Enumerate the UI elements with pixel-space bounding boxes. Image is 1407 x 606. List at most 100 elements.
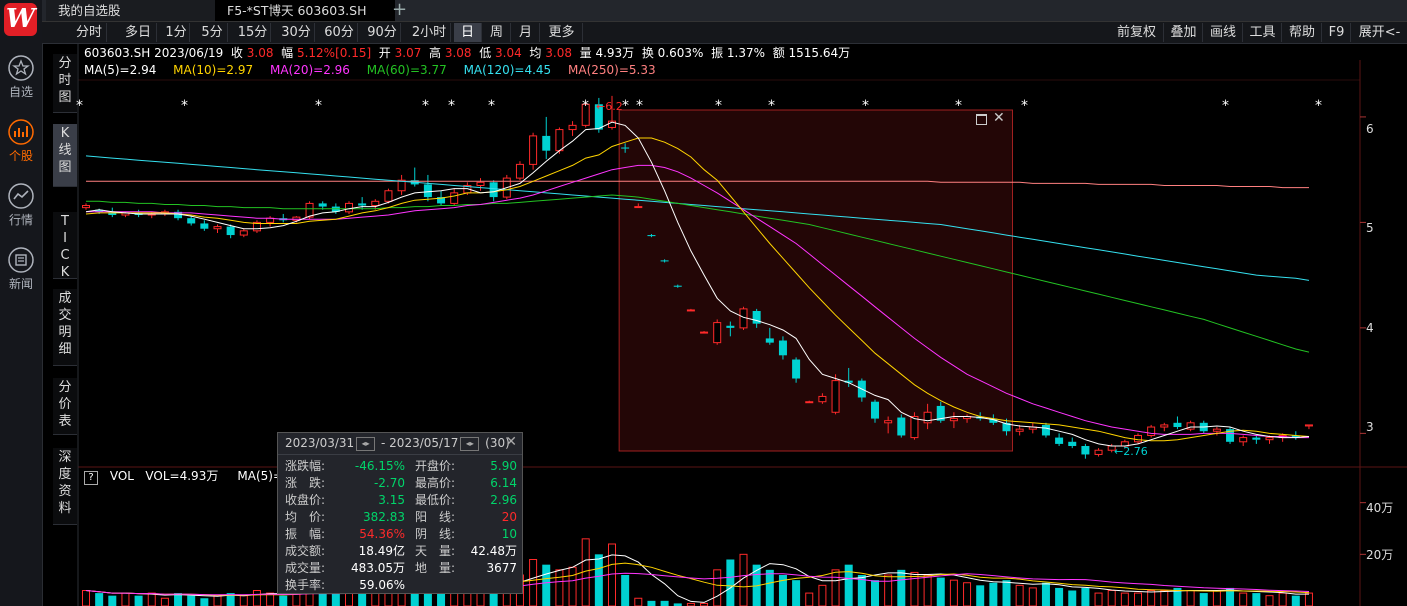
- range-end-stepper[interactable]: ◂▸: [460, 436, 480, 451]
- candle-body-down: [1068, 441, 1077, 447]
- close-icon[interactable]: ✕: [505, 434, 517, 450]
- volume-bar-down: [200, 598, 209, 606]
- volume-bar-up: [1120, 592, 1129, 606]
- event-marker[interactable]: *: [955, 98, 962, 114]
- candle-body-up: [82, 205, 90, 209]
- event-marker[interactable]: *: [422, 98, 429, 114]
- volume-bar-down: [1252, 593, 1261, 606]
- range-start-stepper[interactable]: ◂▸: [356, 436, 376, 451]
- candle-body-up: [384, 190, 393, 202]
- volume-indicator-name[interactable]: VOL: [110, 469, 134, 483]
- candle-body-down: [187, 218, 196, 224]
- candle-body-up: [700, 331, 709, 334]
- event-marker[interactable]: *: [636, 98, 643, 114]
- event-marker[interactable]: *: [315, 98, 322, 114]
- event-marker[interactable]: *: [582, 98, 589, 114]
- volume-bar-down: [1002, 580, 1011, 606]
- candle-body-up: [476, 181, 485, 186]
- volume-bar-down: [594, 554, 603, 606]
- stat-value: 20: [501, 510, 517, 524]
- candle-body-up: [213, 226, 222, 230]
- close-icon[interactable]: ✕: [993, 110, 1005, 126]
- candle-body-up: [1094, 449, 1103, 455]
- volume-bar-down: [621, 575, 630, 606]
- volume-bar-up: [963, 582, 972, 606]
- candle-body-down: [1173, 422, 1182, 428]
- candle-body-down: [897, 417, 906, 436]
- volume-bar-down: [1055, 587, 1064, 606]
- range-separator: -: [381, 436, 386, 450]
- candle-body-up: [1134, 434, 1142, 443]
- event-marker[interactable]: *: [715, 98, 722, 114]
- event-marker[interactable]: *: [768, 98, 775, 114]
- volume-bar-up: [1304, 592, 1313, 606]
- stat-label: 振 幅:: [285, 527, 326, 541]
- event-marker[interactable]: *: [622, 98, 629, 114]
- stat-value: -2.70: [373, 476, 405, 490]
- candle-body-up: [1160, 424, 1169, 428]
- help-icon[interactable]: ?: [84, 471, 98, 485]
- event-marker[interactable]: *: [1021, 98, 1028, 114]
- stat-value: 5.90: [490, 459, 517, 473]
- volume-bar-up: [608, 543, 616, 606]
- stat-value: 59.06%: [359, 578, 405, 592]
- volume-axis-label: 20万: [1366, 548, 1394, 562]
- volume-bar-up: [910, 571, 919, 606]
- event-marker[interactable]: *: [1315, 98, 1322, 114]
- volume-bar-up: [949, 579, 958, 606]
- stat-value: 2.96: [490, 493, 517, 507]
- candle-body-up: [371, 200, 380, 207]
- candle-body-down: [542, 135, 551, 151]
- event-marker[interactable]: *: [76, 98, 83, 114]
- volume-bar-down: [1291, 595, 1300, 606]
- selection-range[interactable]: [618, 109, 1014, 452]
- high-tag-value: 6.2: [605, 100, 623, 113]
- event-marker[interactable]: *: [488, 98, 495, 114]
- candle-body-up: [1212, 428, 1221, 432]
- price-axis-label: 3: [1366, 420, 1374, 434]
- volume-bar-up: [1028, 587, 1037, 606]
- candle-body-down: [792, 359, 801, 379]
- event-marker[interactable]: *: [1222, 98, 1229, 114]
- range-start: 2023/03/31: [285, 436, 355, 450]
- volume-bar-down: [871, 580, 879, 606]
- stat-row: 换手率: 59.06%: [285, 577, 517, 594]
- volume-bar-down: [844, 564, 853, 606]
- volume-bar-up: [923, 574, 932, 606]
- stat-label: 收盘价:: [285, 493, 326, 507]
- volume-bar-up: [634, 597, 643, 606]
- volume-bar-up: [1239, 592, 1248, 606]
- event-marker[interactable]: *: [181, 98, 188, 114]
- volume-bar-up: [1147, 590, 1156, 606]
- candle-body-down: [647, 235, 656, 237]
- volume-bar-down: [792, 580, 801, 606]
- volume-bar-up: [805, 592, 814, 606]
- event-marker[interactable]: *: [448, 98, 455, 114]
- volume-bar-up: [1107, 590, 1116, 606]
- volume-bar-down: [95, 593, 104, 606]
- volume-bar-up: [713, 569, 722, 606]
- candle-body-down: [660, 260, 669, 262]
- volume-bar-up: [1212, 590, 1221, 606]
- stat-value: 382.83: [363, 510, 405, 524]
- volume-bar-down: [542, 564, 551, 606]
- volume-bar-down: [1068, 590, 1077, 606]
- candle-body-up: [239, 230, 248, 236]
- event-marker[interactable]: *: [862, 98, 869, 114]
- stat-row: 成交量: 483.05万地 量: 3677: [285, 560, 517, 577]
- volume-ma10-line: [85, 562, 1310, 596]
- volume-bar-up: [555, 569, 564, 606]
- volume-bar-up: [568, 566, 577, 606]
- range-stats-popup[interactable]: 2023/03/31 ◂▸ - 2023/05/17 ◂▸ (30) ✕ 涨跌幅: -…: [277, 432, 523, 594]
- maximize-icon[interactable]: [976, 114, 987, 125]
- candle-body-up: [1147, 426, 1156, 436]
- candle-body-down: [765, 338, 774, 343]
- stat-value: 18.49亿: [358, 544, 405, 558]
- candle-body-up: [555, 129, 564, 152]
- high-tag: ←6.2: [596, 100, 623, 113]
- volume-bar-up: [252, 590, 261, 606]
- kline-chart[interactable]: [0, 0, 1407, 606]
- volume-bar-up: [1278, 592, 1287, 606]
- volume-bar-up: [1160, 590, 1169, 606]
- candle-body-up: [634, 206, 643, 209]
